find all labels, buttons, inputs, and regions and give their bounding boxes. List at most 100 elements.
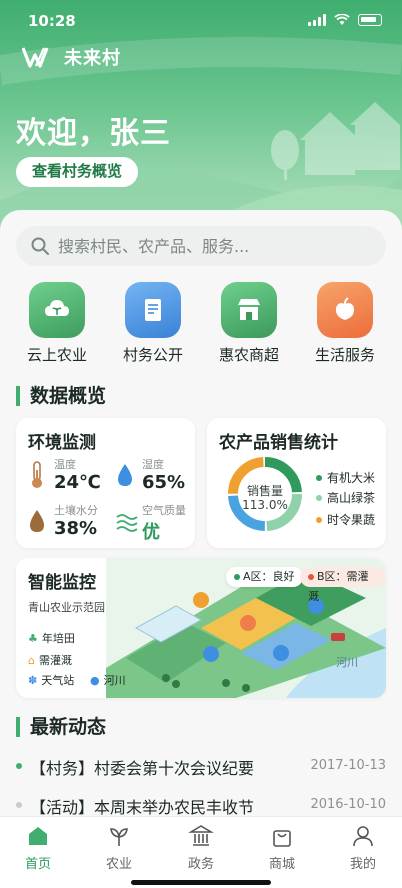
temperature-reading: 温度 24℃ [54,456,101,493]
quick-action-life-services[interactable]: 生活服务 [300,282,390,365]
thermometer-icon [32,461,42,488]
tab-label: 农业 [105,857,132,872]
legend-dot [316,474,322,481]
home-icon [29,827,47,845]
quick-action-icon-bg [29,282,85,338]
brand-logo-icon [22,47,49,68]
humidity-value: 65% [142,472,186,493]
sprout-icon: ♣ [28,631,38,645]
sales-legend-item: 有机大米 [316,469,375,486]
card-title: 环境监测 [28,433,96,453]
search-icon [31,237,49,255]
donut-center-label: 销售量 [246,484,283,498]
government-icon [188,825,214,846]
news-dot [16,763,22,769]
tab-label: 政务 [187,857,214,872]
news-title: 【活动】本周末举办农民丰收节 [30,798,255,817]
news-date: 2017-10-13 [310,758,386,773]
tab-label: 我的 [349,857,376,872]
quick-action-cloud-agriculture[interactable]: 云上农业 [12,282,102,365]
data-overview-title: 数据概览 [16,386,106,406]
legend-label: 有机大米 [327,471,376,485]
water-drop-icon: ● [90,673,100,687]
environment-monitor-card[interactable]: 环境监测 温度 24℃ 湿度 65% 土壤水分 38% 空气质量 优 [16,418,195,548]
news-date: 2016-10-10 [310,797,386,812]
sales-legend-item: 时令果蔬 [316,511,375,528]
air-quality-reading: 空气质量 优 [142,502,186,544]
document-icon [145,299,161,321]
news-dot [16,802,22,808]
quick-action-icon-bg [221,282,277,338]
zone-a-badge: A区：良好 [226,567,303,587]
battery-icon [358,14,382,26]
bottom-tab-bar: 首页 农业 政务 商城 我的 [0,816,402,888]
quick-actions: 云上农业 村务公开 惠农商超 生活服务 [0,282,402,364]
legend-irrigation: ⌂ 需灌溉 [28,652,72,668]
legend-label: 天气站 [41,674,75,687]
quick-action-icon-bg [125,282,181,338]
sprout-icon [110,828,128,846]
sales-legend-item: 高山绿茶 [316,489,375,506]
quick-action-icon-bg [317,282,373,338]
weather-station-icon: ✽ [28,673,38,687]
tab-label: 首页 [24,857,51,872]
home-indicator [131,880,271,885]
quick-action-farm-market[interactable]: 惠农商超 [204,282,294,365]
news-item[interactable]: 【活动】本周末举办农民丰收节 2016-10-10 [16,794,386,818]
search-input[interactable] [58,236,358,256]
temperature-value: 24℃ [54,472,101,493]
legend-river: ● 河川 [90,672,126,688]
soil-moisture-label: 土壤水分 [54,504,98,517]
tab-agriculture[interactable]: 农业 [89,823,149,872]
search-bar[interactable] [16,226,386,266]
status-time: 10:28 [28,12,76,30]
smart-monitor-card[interactable]: 智能监控 青山农业示范园 A区：良好 B区：需灌溉 河川 ♣ 年培田 ⌂ 需灌溉 ✽… [16,558,386,698]
legend-weather-station: ✽ 天气站 [28,672,74,688]
village-overview-button[interactable]: 查看村务概览 [16,157,139,187]
legend-field: ♣ 年培田 [28,630,75,646]
soil-moisture-value: 38% [54,518,98,539]
store-icon [238,299,260,320]
legend-label: 时令果蔬 [327,513,376,527]
news-item[interactable]: 【村务】村委会第十次会议纪要 2017-10-13 [16,755,386,779]
apple-icon [335,297,355,320]
soil-moisture-reading: 土壤水分 38% [54,502,98,539]
tab-mall[interactable]: 商城 [252,823,312,872]
tab-home[interactable]: 首页 [8,823,68,872]
hero-banner: 10:28 未来村 欢迎，张三 查看村务概览 [0,0,402,240]
humidity-reading: 湿度 65% [142,456,185,493]
quick-action-village-affairs[interactable]: 村务公开 [108,282,198,365]
status-bar: 10:28 [0,0,402,44]
river-map-label: 河川 [336,656,358,669]
wifi-icon [334,14,350,25]
legend-label: 年培田 [41,632,75,645]
donut-center-value: 113.0% [242,498,288,512]
quick-action-label: 云上农业 [26,346,87,364]
user-icon [353,826,373,847]
legend-dot [316,516,322,523]
temperature-label: 温度 [54,458,76,471]
air-quality-label: 空气质量 [142,504,186,517]
legend-label: 河川 [103,674,126,687]
tab-profile[interactable]: 我的 [333,823,393,872]
legend-label: 需灌溉 [38,654,72,667]
monitor-subtitle: 青山农业示范园 [28,601,105,614]
irrigation-icon: ⌂ [28,653,35,667]
legend-dot [316,494,322,501]
soil-drop-icon [30,510,44,532]
news-title: 【村务】村委会第十次会议纪要 [30,759,255,778]
wind-icon [116,514,138,532]
humidity-label: 湿度 [142,458,164,471]
cellular-signal-icon [308,14,326,26]
tab-label: 商城 [268,857,295,872]
card-title: 农产品销售统计 [219,433,338,453]
water-drop-icon [118,464,132,486]
brand-name: 未来村 [64,48,121,69]
welcome-heading: 欢迎，张三 [16,116,171,151]
latest-news-title: 最新动态 [16,717,106,737]
legend-label: 高山绿茶 [327,491,376,505]
air-quality-value: 优 [142,522,160,543]
card-title: 智能监控 [28,573,96,593]
zone-a-status: A区：良好 [243,570,295,583]
tab-government[interactable]: 政务 [171,823,231,872]
